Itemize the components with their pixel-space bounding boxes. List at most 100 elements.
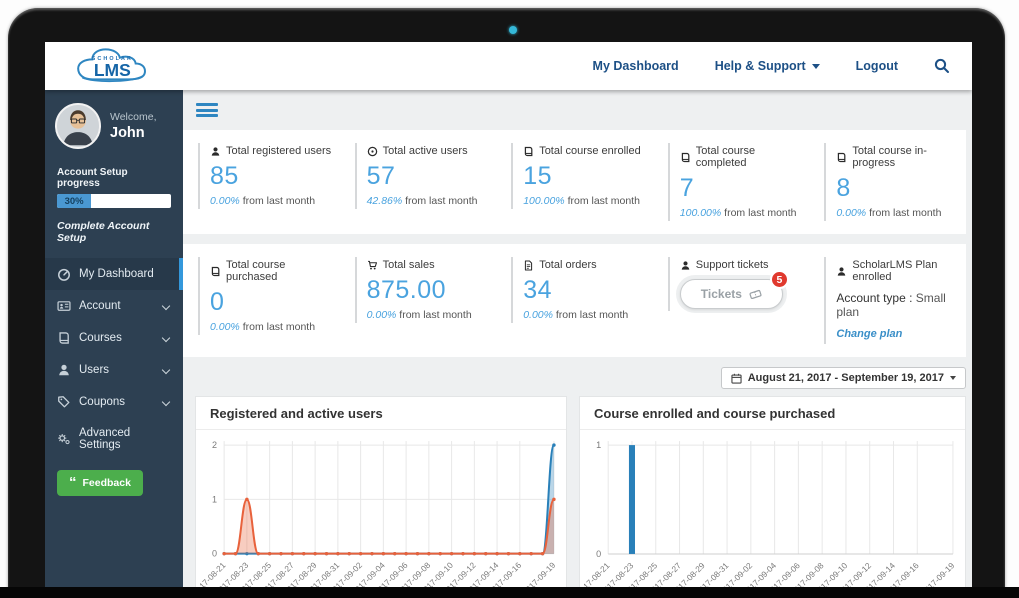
stat-value: 8: [836, 174, 962, 203]
course-enrolled-purchased-chart: 2017-08-212017-08-232017-08-252017-08-27…: [584, 433, 961, 590]
book-icon: [680, 152, 691, 163]
chart-title: Registered and active users: [196, 397, 566, 430]
sidebar-item-courses[interactable]: Courses: [45, 322, 183, 354]
stat-value: 85: [210, 162, 336, 191]
stat-label: Total course purchased: [226, 259, 336, 283]
stat-value: 57: [367, 162, 493, 191]
tag-icon: [57, 395, 71, 409]
quote-icon: “: [69, 479, 77, 487]
main-toolbar: [183, 90, 972, 130]
user-icon: [836, 266, 847, 277]
feedback-button[interactable]: “ Feedback: [57, 470, 143, 496]
charts-row: Registered and active users 2017-08-2120…: [195, 396, 966, 590]
account-type-label: Account type :: [836, 291, 912, 305]
user-name: John: [110, 125, 157, 141]
chevron-down-icon: [162, 334, 170, 342]
stat-label: Total course enrolled: [539, 145, 641, 157]
tickets-button[interactable]: Tickets: [680, 279, 783, 309]
stat-percent: 0.00%: [836, 207, 866, 219]
nav-my-dashboard[interactable]: My Dashboard: [593, 59, 679, 73]
sidebar-item-advanced-settings[interactable]: Advanced Settings: [45, 418, 183, 460]
cloud-logo-icon: SCHOLAR LMS: [64, 45, 164, 87]
sidebar-item-account[interactable]: Account: [45, 290, 183, 322]
top-navigation: My Dashboard Help & Support Logout: [593, 58, 972, 74]
stat-percent: 100.00%: [680, 207, 721, 219]
stats-panel-row1: Total registered users 85 0.00% from las…: [183, 130, 966, 234]
date-range-picker[interactable]: August 21, 2017 - September 19, 2017: [721, 367, 966, 389]
ticket-icon: [749, 289, 762, 300]
file-icon: [523, 260, 534, 271]
sidebar-item-label: Account: [79, 300, 121, 312]
scholar-lms-logo[interactable]: SCHOLAR LMS: [45, 45, 183, 87]
stat-plan-enrolled: ScholarLMS Plan enrolled Account type : …: [809, 257, 966, 344]
registered-active-users-card: Registered and active users 2017-08-2120…: [195, 396, 567, 590]
sidebar-item-coupons[interactable]: Coupons: [45, 386, 183, 418]
stat-period: from last month: [724, 207, 796, 219]
stat-label: Total orders: [539, 259, 596, 271]
stat-percent: 100.00%: [523, 195, 564, 207]
caret-down-icon: [950, 376, 956, 380]
stat-period: from last month: [243, 195, 315, 207]
nav-logout[interactable]: Logout: [856, 59, 898, 73]
svg-text:1: 1: [212, 494, 217, 504]
avatar: [55, 103, 101, 149]
screen: SCHOLAR LMS My Dashboard Help & Support …: [45, 42, 972, 590]
progress-bar: 30%: [57, 194, 171, 208]
stat-period: from last month: [556, 309, 628, 321]
change-plan-link[interactable]: Change plan: [836, 328, 902, 340]
stat-percent: 42.86%: [367, 195, 403, 207]
hamburger-menu-icon[interactable]: [196, 101, 218, 120]
stat-value: 0: [210, 288, 336, 317]
sidebar-menu: My Dashboard Account: [45, 258, 183, 460]
date-filter-row: August 21, 2017 - September 19, 2017: [183, 367, 966, 389]
stat-total-orders: Total orders 34 0.00% from last month: [496, 257, 653, 344]
nav-help-support-label: Help & Support: [715, 59, 806, 73]
tickets-button-label: Tickets: [701, 287, 742, 301]
sidebar-item-label: Advanced Settings: [79, 427, 173, 451]
welcome-text: Welcome,: [110, 111, 157, 123]
chevron-down-icon: [812, 64, 820, 69]
camera-dot: [509, 26, 517, 34]
svg-text:0: 0: [212, 549, 217, 559]
search-icon[interactable]: [934, 58, 950, 74]
profile-section: Welcome, John: [45, 90, 183, 159]
stat-period: from last month: [399, 309, 471, 321]
stat-percent: 0.00%: [210, 321, 240, 333]
stat-total-sales: Total sales 875.00 0.00% from last month: [340, 257, 497, 344]
account-setup-progress: Account Setup progress 30%: [45, 159, 183, 212]
svg-text:2017-09-19: 2017-09-19: [919, 560, 957, 590]
sidebar-item-my-dashboard[interactable]: My Dashboard: [45, 258, 183, 290]
stat-label: Support tickets: [696, 259, 769, 271]
registered-active-users-chart: 2017-08-212017-08-232017-08-252017-08-27…: [200, 433, 562, 590]
user-icon: [57, 363, 71, 377]
progress-label: Account Setup progress: [57, 167, 171, 189]
stat-value: 875.00: [367, 276, 493, 305]
progress-fill: 30%: [57, 194, 91, 208]
stat-total-course-purchased: Total course purchased 0 0.00% from last…: [183, 257, 340, 344]
stat-label: Total course completed: [696, 145, 806, 169]
stat-total-course-in-progress: Total course in-progress 8 0.00% from la…: [809, 143, 966, 221]
complete-account-setup-link[interactable]: Complete Account Setup: [45, 212, 183, 254]
stat-percent: 0.00%: [523, 309, 553, 321]
stat-label: Total active users: [383, 145, 468, 157]
chart-title: Course enrolled and course purchased: [580, 397, 965, 430]
sidebar-item-label: Coupons: [79, 396, 125, 408]
stat-period: from last month: [405, 195, 477, 207]
device-frame: SCHOLAR LMS My Dashboard Help & Support …: [8, 8, 1005, 598]
stat-percent: 0.00%: [210, 195, 240, 207]
svg-text:2: 2: [212, 440, 217, 450]
chevron-down-icon: [162, 398, 170, 406]
stat-percent: 0.00%: [367, 309, 397, 321]
stat-period: from last month: [568, 195, 640, 207]
clock-icon: [367, 146, 378, 157]
sidebar-item-users[interactable]: Users: [45, 354, 183, 386]
stat-label: Total registered users: [226, 145, 331, 157]
stat-total-course-enrolled: Total course enrolled 15 100.00% from la…: [496, 143, 653, 221]
stat-value: 7: [680, 174, 806, 203]
avatar-photo: [57, 105, 99, 147]
nav-help-support[interactable]: Help & Support: [715, 59, 820, 73]
stat-label: ScholarLMS Plan enrolled: [852, 259, 962, 283]
device-base: [0, 587, 1019, 598]
sidebar: Welcome, John Account Setup progress 30%…: [45, 90, 183, 590]
stat-total-registered-users: Total registered users 85 0.00% from las…: [183, 143, 340, 221]
